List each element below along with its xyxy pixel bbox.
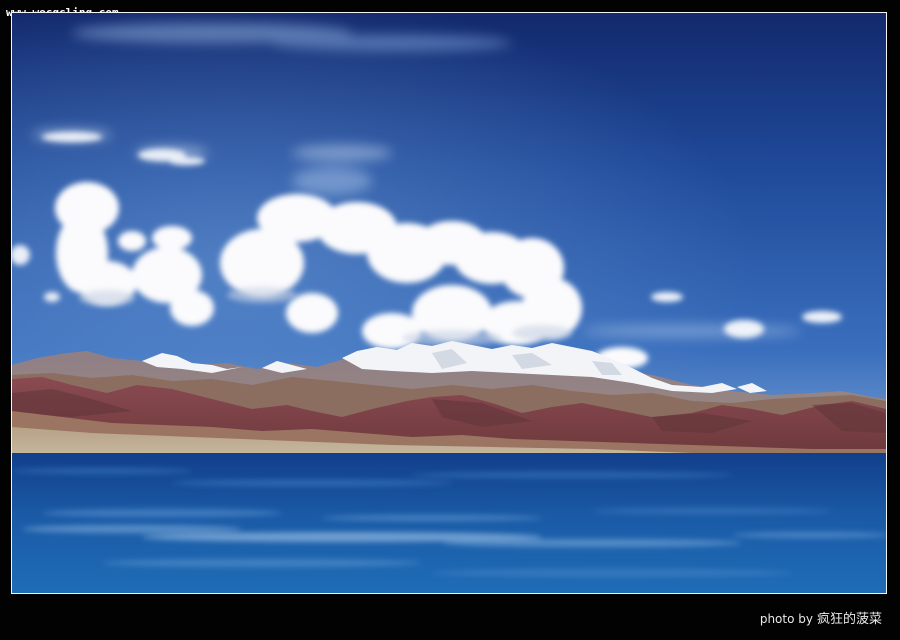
credit-prefix: photo by [759, 612, 813, 626]
photo-frame: www.wecgcling.com photo by 疯狂的菠菜 [0, 0, 900, 640]
landscape-illustration [12, 13, 886, 593]
credit-author: 疯狂的菠菜 [816, 612, 882, 627]
photo-credit: photo by 疯狂的菠菜 [760, 608, 882, 627]
landscape-photo [11, 12, 887, 594]
